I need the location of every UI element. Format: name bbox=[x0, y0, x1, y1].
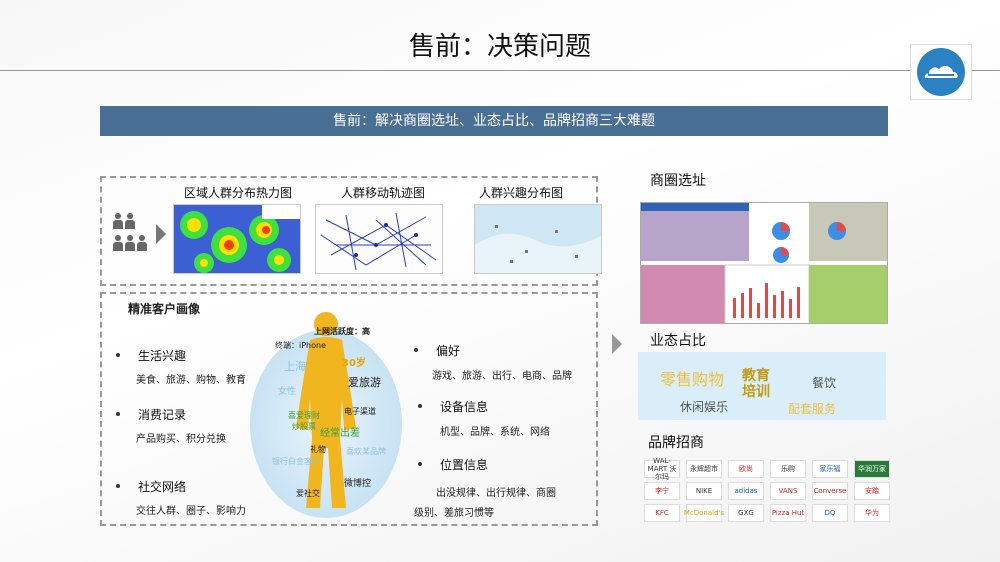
interest-map-image bbox=[474, 204, 602, 274]
format-title: 业态占比 bbox=[650, 333, 706, 349]
heat-map-image bbox=[173, 204, 301, 274]
brand-logo: adidas bbox=[728, 482, 764, 500]
brand-logo: 华为 bbox=[854, 504, 890, 522]
format-food: 餐饮 bbox=[812, 376, 837, 390]
tag-travel: 爱旅游 bbox=[348, 376, 381, 389]
heat-map-label: 区域人群分布热力图 bbox=[183, 186, 292, 200]
tag-activity: 上网活跃度：高 bbox=[314, 327, 370, 336]
social-label: 社交网络 bbox=[138, 480, 187, 494]
format-service: 配套服务 bbox=[788, 402, 837, 416]
tag-device: 终端：iPhone bbox=[275, 341, 327, 350]
brand-logo: 李宁 bbox=[644, 482, 680, 500]
title-divider bbox=[0, 70, 1000, 71]
portrait-title: 精准客户画像 bbox=[128, 302, 201, 316]
brand-title: 品牌招商 bbox=[648, 435, 704, 451]
preference-detail: 游戏、旅游、出行、电商、品牌 bbox=[432, 371, 572, 382]
interest-label: 生活兴趣 bbox=[138, 349, 187, 363]
social-detail: 交往人群、圈子、影响力 bbox=[136, 506, 246, 517]
format-retail: 零售购物 bbox=[660, 370, 725, 389]
brand-logo: Pizza Hut bbox=[770, 504, 806, 522]
tag-likes: 喜欢某品牌 bbox=[346, 447, 386, 456]
tag-business: 经常出差 bbox=[320, 428, 360, 439]
brand-logo: 乐购 bbox=[770, 460, 806, 478]
consumption-detail: 产品购买、积分兑换 bbox=[136, 434, 226, 445]
location-detail-2: 级别、差旅习惯等 bbox=[414, 508, 494, 519]
preference-label: 偏好 bbox=[436, 344, 461, 358]
tag-social: 爱社交 bbox=[296, 489, 320, 498]
brand-logo: 华润万家 bbox=[854, 460, 890, 478]
brand-logo: DQ bbox=[812, 504, 848, 522]
arrow-right-icon-2 bbox=[612, 334, 622, 354]
brand-logo: 安踏 bbox=[854, 482, 890, 500]
brand-logo: McDonald's bbox=[684, 504, 724, 522]
brand-logo: WAL-MART 沃尔玛 bbox=[644, 457, 680, 481]
banner: 售前：解决商圈选址、业态占比、品牌招商三大难题 bbox=[100, 106, 888, 136]
tag-stocks: 炒股票 bbox=[292, 422, 316, 431]
tag-gender: 女性 bbox=[278, 387, 297, 397]
tag-finance: 喜爱理财 bbox=[288, 411, 320, 420]
tag-ecom: 电子渠道 bbox=[344, 407, 376, 416]
track-map-label: 人群移动轨迹图 bbox=[340, 186, 425, 200]
brand-logo: GXG bbox=[728, 504, 764, 522]
interest-detail: 美食、旅游、购物、教育 bbox=[136, 375, 246, 386]
device-label: 设备信息 bbox=[440, 400, 489, 414]
cloud-logo bbox=[910, 44, 972, 100]
brand-logo: 欧尚 bbox=[728, 460, 764, 478]
location-label: 位置信息 bbox=[440, 458, 489, 472]
format-leisure: 休闲娱乐 bbox=[680, 400, 729, 414]
brand-logo: NIKE bbox=[686, 482, 722, 500]
brand-logo: 家乐福 bbox=[812, 460, 848, 478]
brand-logo: Converse bbox=[812, 482, 848, 500]
interest-map-label: 人群兴趣分布图 bbox=[478, 186, 563, 200]
page-title: 售前：决策问题 bbox=[408, 32, 591, 62]
arrow-right-icon bbox=[156, 224, 166, 244]
format-edu: 教育培训 bbox=[742, 368, 770, 400]
tag-shop: 微博控 bbox=[344, 479, 372, 489]
location-detail: 出没规律、出行规律、商圈 bbox=[436, 488, 556, 499]
tag-age: 30岁 bbox=[342, 358, 366, 369]
brand-logo: 永辉超市 bbox=[686, 460, 722, 478]
site-dashboard-image bbox=[640, 202, 888, 324]
people-icon bbox=[112, 212, 152, 256]
brand-logo: KFC bbox=[644, 504, 680, 522]
tag-bank-client: 银行白金客户 bbox=[272, 457, 320, 466]
tag-gift: 礼物 bbox=[310, 445, 326, 454]
device-detail: 机型、品牌、系统、网络 bbox=[440, 427, 550, 438]
track-map-image bbox=[315, 204, 443, 274]
brand-logo: VANS bbox=[770, 482, 806, 500]
site-title: 商圈选址 bbox=[650, 173, 706, 189]
tag-city: 上海 bbox=[284, 360, 306, 373]
consumption-label: 消费记录 bbox=[138, 408, 187, 422]
